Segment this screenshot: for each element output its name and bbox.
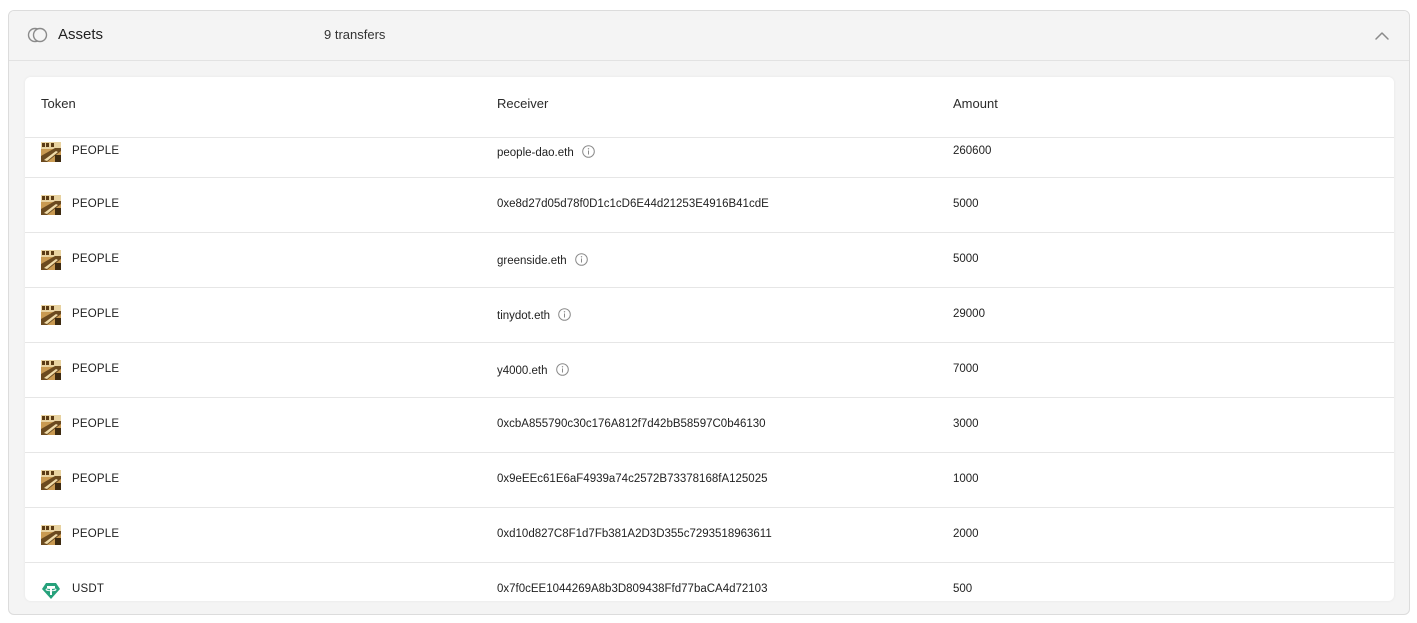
info-icon[interactable] bbox=[555, 363, 569, 376]
info-icon[interactable] bbox=[581, 145, 595, 158]
token-name: PEOPLE bbox=[72, 418, 120, 430]
receiver-text: y4000.eth bbox=[497, 365, 548, 377]
table-row: PEOPLE 0x9eEEc61E6aF4939a74c2572B73378168… bbox=[25, 453, 1394, 508]
column-header-token: Token bbox=[41, 96, 76, 111]
table-header: Token Receiver Amount bbox=[25, 77, 1394, 138]
receiver-address: 0xcbA855790c30c176A812f7d42bB58597C0b461… bbox=[497, 418, 766, 430]
receiver-text: 0xd10d827C8F1d7Fb381A2D3D355c72935189636… bbox=[497, 528, 772, 540]
receiver-address: greenside.eth bbox=[497, 253, 588, 267]
receiver-text: 0x9eEEc61E6aF4939a74c2572B73378168fA1250… bbox=[497, 473, 768, 485]
table-row: PEOPLE greenside.eth 5000 bbox=[25, 233, 1394, 288]
info-icon[interactable] bbox=[574, 253, 588, 266]
amount-value: 260600 bbox=[953, 145, 992, 157]
panel-title: Assets bbox=[58, 26, 104, 43]
info-icon[interactable] bbox=[558, 308, 571, 321]
receiver-address: 0x7f0cEE1044269A8b3D809438Ffd77baCA4d721… bbox=[497, 583, 767, 595]
token-name: PEOPLE bbox=[72, 473, 120, 485]
amount-value: 7000 bbox=[953, 363, 979, 375]
token-name: PEOPLE bbox=[72, 308, 120, 320]
amount-value: 5000 bbox=[953, 253, 979, 265]
assets-panel-header[interactable]: Assets 9 transfers bbox=[9, 11, 1409, 61]
amount-value: 1000 bbox=[953, 473, 979, 485]
people-token-icon bbox=[41, 415, 61, 435]
receiver-text: 0xcbA855790c30c176A812f7d42bB58597C0b461… bbox=[497, 418, 766, 430]
receiver-address: 0xe8d27d05d78f0D1c1cD6E44d21253E4916B41c… bbox=[497, 198, 769, 210]
people-token-icon bbox=[41, 470, 61, 490]
transfers-table: Token Receiver Amount PEOPLE people-dao.e… bbox=[25, 77, 1394, 601]
transfer-count: 9 transfers bbox=[324, 27, 386, 42]
usdt-token-icon bbox=[41, 581, 61, 601]
people-token-icon bbox=[41, 250, 61, 270]
table-row: PEOPLE y4000.eth 7000 bbox=[25, 343, 1394, 398]
receiver-address: 0xd10d827C8F1d7Fb381A2D3D355c72935189636… bbox=[497, 528, 772, 540]
coins-icon bbox=[27, 27, 49, 43]
amount-value: 29000 bbox=[953, 308, 985, 320]
amount-value: 5000 bbox=[953, 198, 979, 210]
people-token-icon bbox=[41, 195, 61, 215]
token-name: PEOPLE bbox=[72, 253, 120, 265]
token-name: USDT bbox=[72, 583, 105, 595]
receiver-address: people-dao.eth bbox=[497, 145, 595, 159]
table-row: USDT 0x7f0cEE1044269A8b3D809438Ffd77baCA4… bbox=[25, 563, 1394, 599]
receiver-address: y4000.eth bbox=[497, 363, 569, 377]
token-name: PEOPLE bbox=[72, 528, 120, 540]
assets-panel: Assets 9 transfers Token Receiver Amount… bbox=[8, 10, 1410, 615]
people-token-icon bbox=[41, 142, 61, 162]
table-row: PEOPLE tinydot.eth 29000 bbox=[25, 288, 1394, 343]
receiver-text: 0xe8d27d05d78f0D1c1cD6E44d21253E4916B41c… bbox=[497, 198, 769, 210]
table-row: PEOPLE 0xcbA855790c30c176A812f7d42bB58597… bbox=[25, 398, 1394, 453]
people-token-icon bbox=[41, 305, 61, 325]
table-row: PEOPLE 0xd10d827C8F1d7Fb381A2D3D355c72935… bbox=[25, 508, 1394, 563]
chevron-up-icon[interactable] bbox=[1373, 27, 1391, 45]
token-name: PEOPLE bbox=[72, 145, 120, 157]
amount-value: 3000 bbox=[953, 418, 979, 430]
token-name: PEOPLE bbox=[72, 363, 120, 375]
receiver-text: people-dao.eth bbox=[497, 147, 574, 159]
receiver-address: tinydot.eth bbox=[497, 308, 571, 322]
table-row: PEOPLE people-dao.eth 260600 bbox=[25, 139, 1394, 178]
table-row: PEOPLE 0xe8d27d05d78f0D1c1cD6E44d21253E49… bbox=[25, 178, 1394, 233]
receiver-address: 0x9eEEc61E6aF4939a74c2572B73378168fA1250… bbox=[497, 473, 768, 485]
people-token-icon bbox=[41, 525, 61, 545]
column-header-receiver: Receiver bbox=[497, 96, 549, 111]
receiver-text: 0x7f0cEE1044269A8b3D809438Ffd77baCA4d721… bbox=[497, 583, 768, 595]
amount-value: 2000 bbox=[953, 528, 979, 540]
receiver-text: tinydot.eth bbox=[497, 310, 551, 322]
receiver-text: greenside.eth bbox=[497, 255, 567, 267]
table-body: PEOPLE people-dao.eth 260600 PEOPLE 0xe8d27… bbox=[25, 139, 1394, 599]
column-header-amount: Amount bbox=[953, 96, 998, 111]
amount-value: 500 bbox=[953, 583, 973, 595]
people-token-icon bbox=[41, 360, 61, 380]
token-name: PEOPLE bbox=[72, 198, 120, 210]
